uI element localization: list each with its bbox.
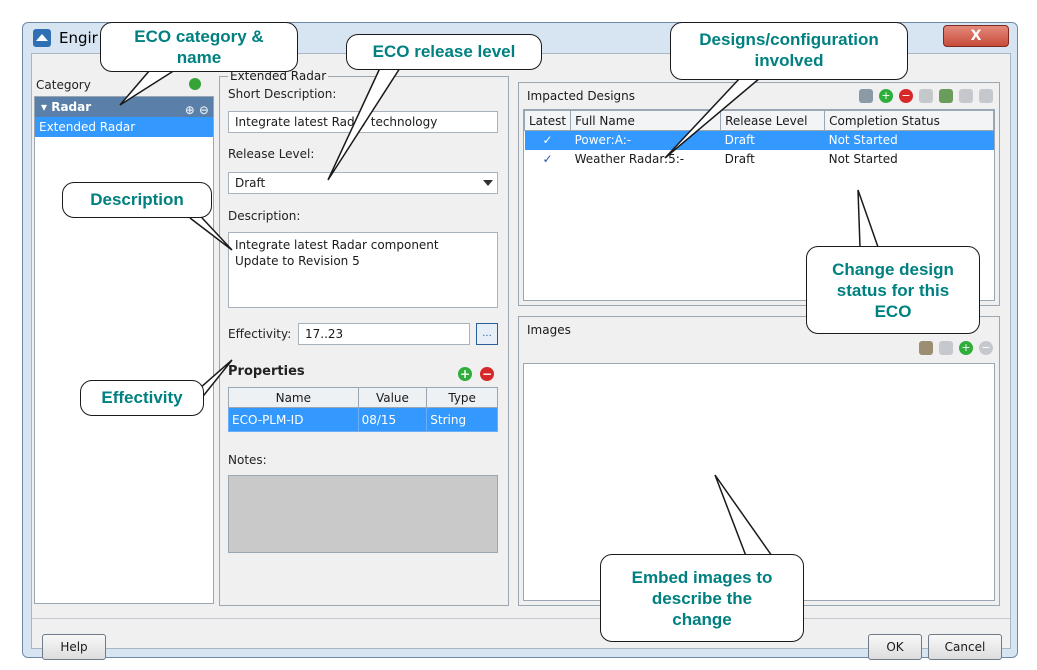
reorder-design-icon[interactable] — [959, 89, 973, 103]
category-group-label: ▾ Radar — [41, 100, 92, 114]
copy-image-icon[interactable] — [939, 341, 953, 355]
notes-label: Notes: — [228, 453, 267, 467]
add-property-icon[interactable]: + — [458, 367, 472, 381]
callout-images-line-3: change — [672, 610, 732, 629]
table-row[interactable]: ✓ Weather Radar:5:- Draft Not Started — [525, 150, 994, 169]
callout-designs: Designs/configuration involved — [670, 22, 908, 80]
category-label: Category — [36, 78, 91, 92]
callout-category-name: ECO category & name — [100, 22, 298, 72]
description-textarea[interactable]: Integrate latest Radar component Update … — [228, 232, 498, 308]
callout-designs-line-1: Designs/configuration — [699, 30, 879, 49]
designs-header-full-name[interactable]: Full Name — [570, 110, 722, 131]
designs-header-completion-status[interactable]: Completion Status — [824, 110, 994, 131]
design-full-name: Power:A:- — [570, 130, 721, 150]
link-design-icon[interactable] — [859, 89, 873, 103]
callout-designs-line-2: involved — [754, 51, 824, 70]
effectivity-picker-button[interactable]: ... — [476, 323, 498, 345]
detach-design-icon[interactable] — [979, 89, 993, 103]
release-level-select[interactable]: Draft — [228, 172, 498, 194]
design-release-level: Draft — [720, 130, 825, 150]
cancel-button[interactable]: Cancel — [928, 634, 1002, 660]
callout-status-line-3: ECO — [874, 302, 912, 321]
design-full-name: Weather Radar:5:- — [574, 152, 685, 166]
callout-status-line-2: status for this — [836, 281, 950, 300]
edit-design-icon[interactable] — [939, 89, 953, 103]
category-tree[interactable]: ▾ Radar ⊕ ⊖ Extended Radar — [34, 96, 214, 604]
description-line-2: Update to Revision 5 — [235, 254, 360, 268]
latest-check-icon[interactable]: ✓ — [525, 150, 571, 169]
callout-images-line-2: describe the — [651, 589, 753, 608]
impacted-designs-title: Impacted Designs — [527, 89, 635, 103]
help-button[interactable]: Help — [42, 634, 106, 660]
callout-effectivity: Effectivity — [80, 380, 204, 416]
description-line-1: Integrate latest Radar component — [235, 238, 439, 252]
add-category-icon[interactable] — [189, 78, 201, 90]
paste-image-icon[interactable] — [919, 341, 933, 355]
callout-category-line-2: name — [176, 48, 222, 67]
properties-label: Properties — [228, 364, 305, 379]
app-icon — [33, 29, 51, 47]
latest-check-icon[interactable]: ✓ — [524, 130, 571, 150]
ok-button[interactable]: OK — [868, 634, 922, 660]
callout-status-line-1: Change design — [832, 260, 954, 279]
images-toolbar: + − — [919, 341, 993, 355]
images-title: Images — [527, 323, 571, 337]
callout-embed-images: Embed images to describe the change — [600, 554, 804, 642]
properties-table: Name Value Type ECO-PLM-ID 08/15 String — [228, 387, 498, 432]
release-level-label: Release Level: — [228, 147, 315, 161]
effectivity-input[interactable]: 17..23 — [298, 323, 470, 345]
remove-property-icon[interactable]: − — [480, 367, 494, 381]
property-type-cell[interactable]: String — [426, 407, 498, 432]
category-group-radar[interactable]: ▾ Radar ⊕ ⊖ — [35, 97, 213, 117]
callout-category-line-1: ECO category & — [134, 27, 264, 46]
design-completion-status[interactable]: Not Started — [825, 150, 994, 169]
short-description-label: Short Description: — [228, 87, 337, 101]
designs-header-latest[interactable]: Latest — [523, 110, 572, 131]
close-button[interactable]: X — [943, 25, 1009, 47]
property-name-cell[interactable]: ECO-PLM-ID — [228, 407, 359, 432]
notes-textarea[interactable] — [228, 475, 498, 553]
designs-header-release-level[interactable]: Release Level — [720, 110, 826, 131]
add-image-icon[interactable]: + — [959, 341, 973, 355]
eco-dialog-window: Engir X Category ▾ Radar ⊕ ⊖ Extended Ra… — [22, 22, 1018, 660]
designs-toolbar: + − — [859, 89, 993, 103]
window-title: Engir — [59, 29, 98, 47]
table-row[interactable]: ✓ Power:A:- Draft Not Started — [524, 130, 994, 150]
footer-divider — [32, 618, 1010, 619]
callout-description: Description — [62, 182, 212, 218]
effectivity-label: Effectivity: — [228, 327, 292, 341]
release-level-value: Draft — [235, 176, 266, 190]
property-value-cell[interactable]: 08/15 — [357, 407, 428, 432]
callout-images-line-1: Embed images to — [631, 568, 773, 587]
add-design-icon[interactable]: + — [879, 89, 893, 103]
category-item-extended-radar[interactable]: Extended Radar — [35, 117, 213, 137]
properties-header-value[interactable]: Value — [357, 387, 428, 408]
callout-design-status: Change design status for this ECO — [806, 246, 980, 334]
description-label: Description: — [228, 209, 301, 223]
dialog-client-area: Category ▾ Radar ⊕ ⊖ Extended Radar Exte… — [31, 53, 1011, 660]
remove-design-icon[interactable]: − — [899, 89, 913, 103]
properties-header-name[interactable]: Name — [228, 387, 359, 408]
property-row[interactable]: ECO-PLM-ID 08/15 String — [228, 407, 498, 432]
eco-details-panel: Extended Radar Short Description: Integr… — [219, 69, 509, 606]
chevron-down-icon[interactable] — [483, 180, 493, 186]
design-completion-status[interactable]: Not Started — [824, 130, 994, 150]
properties-header-type[interactable]: Type — [426, 387, 498, 408]
design-release-level: Draft — [724, 152, 755, 166]
callout-release-level: ECO release level — [346, 34, 542, 70]
open-design-icon[interactable] — [919, 89, 933, 103]
remove-image-icon[interactable]: − — [979, 341, 993, 355]
short-description-input[interactable]: Integrate latest Radar technology — [228, 111, 498, 133]
